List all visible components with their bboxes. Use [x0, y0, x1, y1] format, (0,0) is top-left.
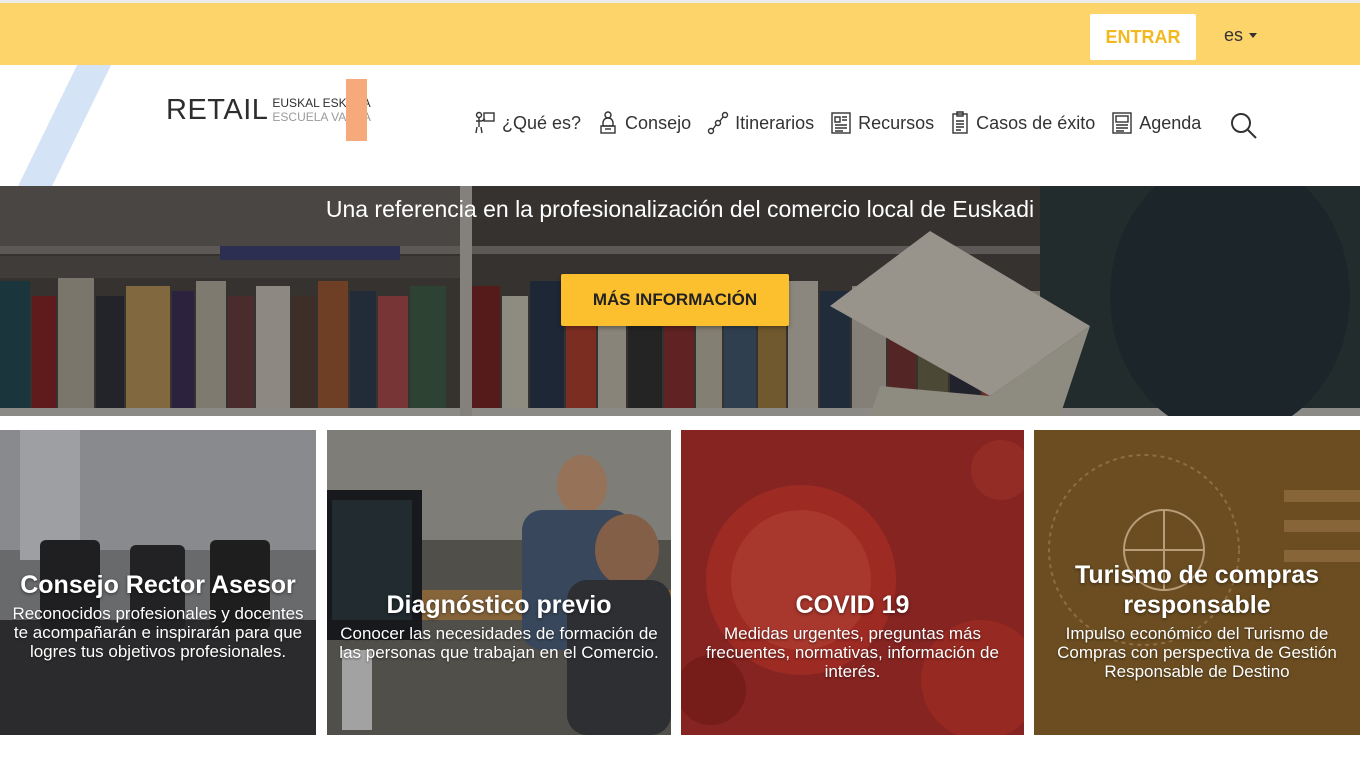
card-body: Consejo Rector Asesor Reconocidos profes…	[10, 570, 306, 661]
nav-label: Recursos	[858, 112, 935, 133]
card-title: COVID 19	[795, 591, 910, 619]
card-text: Medidas urgentes, preguntas más frecuent…	[706, 624, 999, 681]
card-covid-19[interactable]: COVID 19 Medidas urgentes, preguntas más…	[681, 430, 1024, 735]
card-diagnostico-previo[interactable]: Diagnóstico previo Conocer las necesidad…	[327, 430, 671, 735]
site-logo[interactable]: RETAIL EUSKAL ESKOLA ESCUELA VASCA	[166, 79, 371, 141]
card-text: Impulso económico del Turismo de Compras…	[1057, 624, 1337, 681]
document-icon	[952, 111, 968, 134]
nav-label: ¿Qué es?	[502, 112, 582, 133]
logo-accent-block	[346, 79, 367, 141]
card-title: Diagnóstico previo	[386, 591, 612, 619]
login-button[interactable]: ENTRAR	[1090, 14, 1196, 60]
more-info-button[interactable]: MÁS INFORMACIÓN	[561, 274, 789, 326]
card-text: Conocer las necesidades de formación de …	[339, 624, 659, 662]
agenda-icon	[1112, 112, 1132, 134]
council-icon	[600, 111, 616, 134]
hero-banner: Una referencia en la profesionalización …	[0, 186, 1360, 416]
route-icon	[707, 111, 729, 135]
card-body: Diagnóstico previo Conocer las necesidad…	[337, 590, 661, 662]
card-shade	[681, 430, 1024, 735]
main-nav: ¿Qué es? Consejo Itinerarios Recursos Ca…	[474, 111, 1217, 135]
resources-icon	[831, 112, 851, 134]
language-selector[interactable]: es	[1224, 25, 1258, 46]
caret-down-icon	[1249, 33, 1258, 38]
nav-item-recursos[interactable]: Recursos	[830, 111, 934, 135]
card-title: Turismo de compras responsable	[1074, 561, 1320, 619]
nav-label: Agenda	[1139, 112, 1202, 133]
nav-label: Casos de éxito	[976, 112, 1096, 133]
top-bar: ENTRAR es	[0, 0, 1360, 65]
card-title: Consejo Rector Asesor	[20, 571, 296, 599]
card-body: Turismo de compras responsable Impulso e…	[1044, 560, 1350, 681]
card-body: COVID 19 Medidas urgentes, preguntas más…	[691, 590, 1014, 681]
presenter-icon	[475, 111, 495, 134]
search-icon[interactable]	[1230, 112, 1258, 140]
nav-label: Consejo	[625, 112, 692, 133]
site-header: RETAIL EUSKAL ESKOLA ESCUELA VASCA ¿Qué …	[0, 65, 1360, 186]
card-consejo-rector[interactable]: Consejo Rector Asesor Reconocidos profes…	[0, 430, 316, 735]
nav-item-que-es[interactable]: ¿Qué es?	[474, 111, 581, 135]
nav-item-agenda[interactable]: Agenda	[1111, 111, 1201, 135]
logo-main-text: RETAIL	[166, 93, 269, 126]
decorative-stripe	[8, 65, 117, 186]
hero-title: Una referencia en la profesionalización …	[325, 196, 1035, 222]
nav-item-itinerarios[interactable]: Itinerarios	[707, 111, 814, 135]
nav-item-casos-de-exito[interactable]: Casos de éxito	[950, 111, 1095, 135]
card-shade	[327, 430, 671, 735]
nav-label: Itinerarios	[735, 112, 815, 133]
language-label: es	[1224, 25, 1244, 45]
card-turismo-compras[interactable]: Turismo de compras responsable Impulso e…	[1034, 430, 1360, 735]
nav-item-consejo[interactable]: Consejo	[597, 111, 691, 135]
card-text: Reconocidos profesionales y docentes te …	[12, 604, 304, 661]
